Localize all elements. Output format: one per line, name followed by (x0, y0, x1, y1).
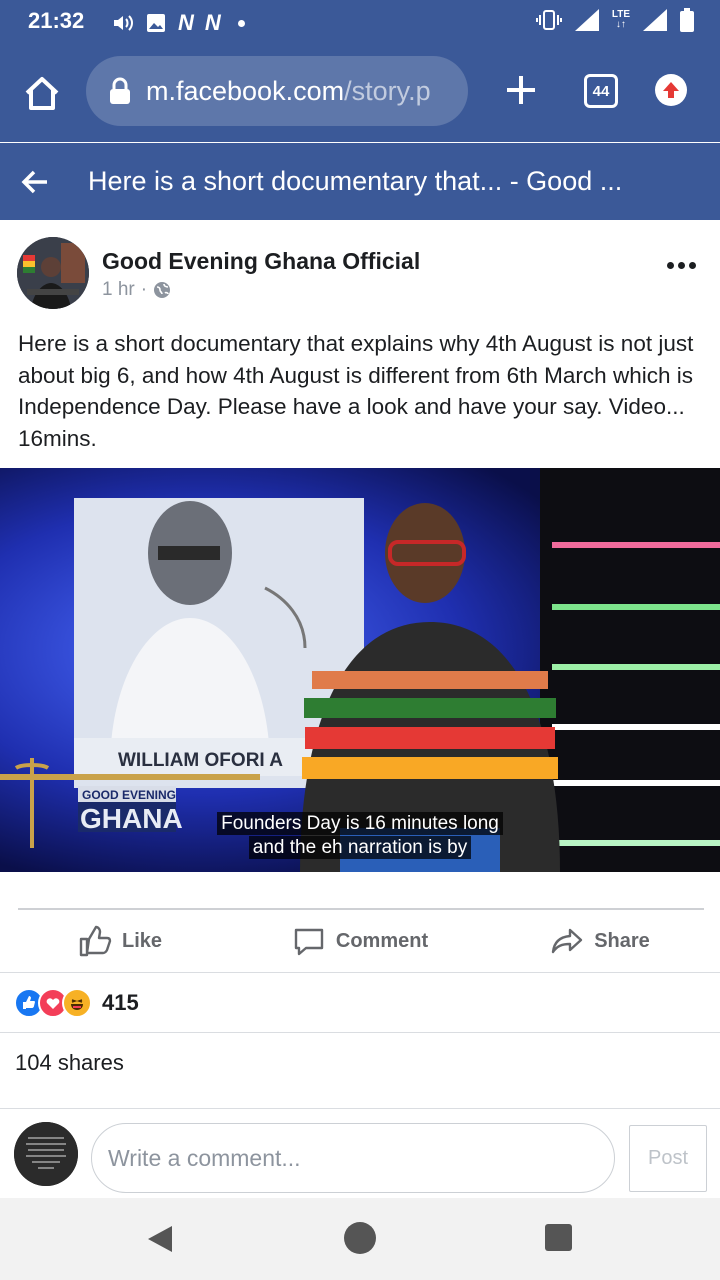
url-path: /story.p (344, 75, 431, 106)
user-avatar[interactable] (14, 1122, 78, 1186)
more-options-icon[interactable] (667, 262, 696, 269)
video-caption-name: WILLIAM OFORI A (118, 750, 283, 771)
like-label: Like (121, 929, 163, 952)
like-button[interactable]: Like (0, 912, 240, 970)
subtitle-text-2: and the eh narration is by (248, 836, 472, 859)
image-icon (147, 14, 165, 32)
post-meta: 1 hr · (102, 279, 171, 301)
share-arrow-icon (552, 928, 583, 954)
n-notification-icon-2: N (204, 10, 221, 35)
page-title: Here is a short documentary that... - Go… (88, 166, 623, 196)
back-arrow-icon[interactable] (20, 167, 50, 197)
video-subtitle-line-2: and the eh narration is by (0, 836, 720, 859)
browser-toolbar: m.facebook.com/story.p 44 (0, 44, 720, 142)
divider (0, 972, 720, 973)
status-icons-right: LTE ↓↑ (535, 8, 694, 32)
vibrate-icon (535, 10, 562, 30)
url-domain: m.facebook.com (146, 75, 345, 106)
battery-icon (680, 8, 694, 32)
comment-input[interactable] (91, 1123, 615, 1193)
divider (0, 1108, 720, 1109)
user-avatar-image (14, 1122, 78, 1186)
lte-indicator: LTE ↓↑ (611, 9, 630, 30)
share-count[interactable]: 104 shares (15, 1050, 124, 1076)
lock-icon (110, 77, 130, 104)
video-subtitle-line-1: Founders Day is 16 minutes long (0, 812, 720, 835)
meta-separator: · (140, 279, 148, 300)
home-icon[interactable] (22, 74, 62, 114)
status-icons-left: N N (112, 10, 245, 36)
subtitle-text-1: Founders Day is 16 minutes long (217, 812, 503, 835)
signal-icon-2 (643, 9, 667, 31)
comment-label: Comment (335, 929, 429, 952)
haha-reaction-icon (62, 988, 92, 1018)
post-text: Here is a short documentary that explain… (18, 331, 694, 451)
tab-count-button[interactable]: 44 (584, 74, 618, 108)
system-nav-bar (0, 1198, 720, 1280)
n-notification-icon: N (178, 10, 194, 35)
author-avatar[interactable] (17, 237, 89, 309)
comment-button[interactable]: Comment (240, 912, 480, 970)
share-button[interactable]: Share (480, 912, 720, 970)
nav-home-icon[interactable] (344, 1222, 376, 1254)
post-comment-button[interactable]: Post (629, 1125, 707, 1192)
page-header: Here is a short documentary that... - Go… (0, 143, 720, 220)
url-text: m.facebook.com/story.p (146, 76, 456, 107)
comment-icon (294, 928, 324, 956)
reaction-summary[interactable]: 415 (14, 987, 139, 1019)
video-player[interactable]: WILLIAM OFORI A GOOD EVENING GHANA Found… (0, 468, 720, 872)
divider (0, 1032, 720, 1033)
status-time: 21:32 (28, 8, 85, 33)
reaction-count: 415 (102, 990, 139, 1015)
new-tab-icon[interactable] (503, 72, 539, 108)
avatar-image (17, 237, 89, 309)
dot-icon (237, 19, 245, 27)
signal-icon (574, 9, 599, 31)
nav-recents-icon[interactable] (545, 1224, 572, 1251)
status-bar: 21:32 N N LTE ↓↑ (0, 0, 720, 44)
post-author[interactable]: Good Evening Ghana Official (102, 248, 420, 275)
update-button[interactable] (655, 74, 687, 106)
globe-icon (154, 282, 171, 298)
share-label: Share (594, 929, 650, 952)
post-actions: Like Comment Share (0, 912, 720, 970)
video-logo-top: GOOD EVENING (82, 788, 176, 802)
thumbs-up-icon (79, 925, 112, 957)
arrow-up-icon (663, 82, 679, 98)
lte-label: LTE (611, 9, 630, 20)
divider (18, 908, 704, 910)
volume-icon (114, 15, 133, 31)
nav-back-icon[interactable] (146, 1224, 174, 1254)
post-time[interactable]: 1 hr (102, 279, 135, 301)
url-bar[interactable]: m.facebook.com/story.p (86, 56, 468, 126)
